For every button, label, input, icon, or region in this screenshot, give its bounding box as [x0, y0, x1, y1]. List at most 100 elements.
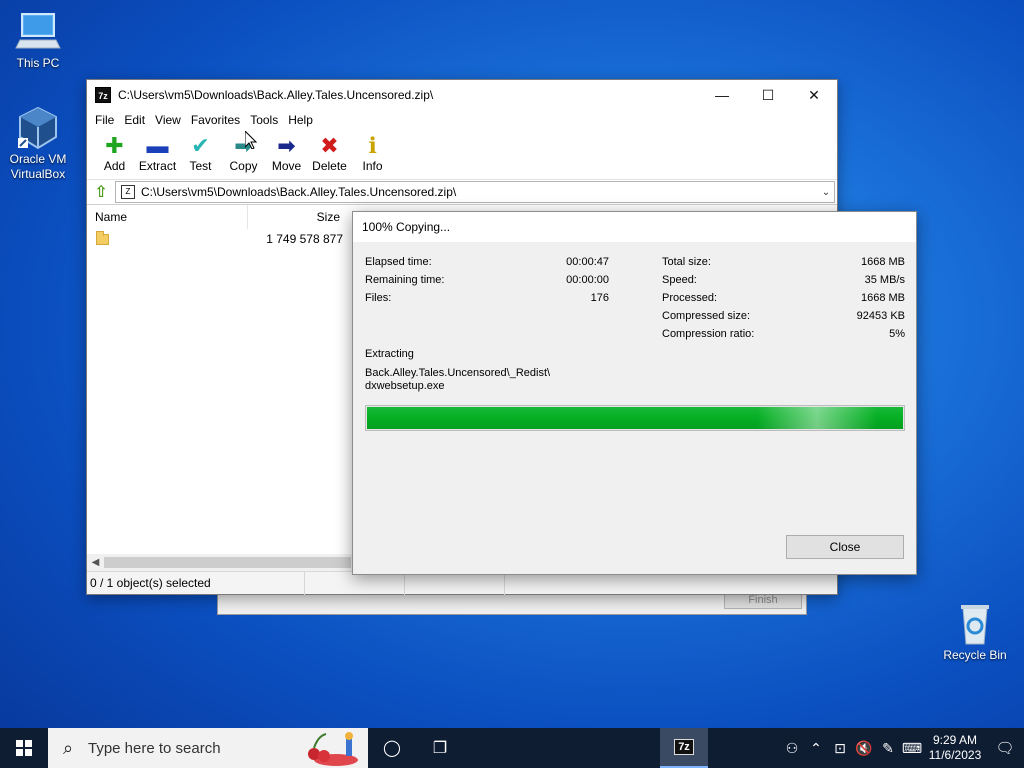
stat-value: 00:00:00	[566, 274, 609, 286]
copy-progress-dialog: 100% Copying... Elapsed time: 00:00:47 R…	[352, 211, 917, 575]
address-bar: ⇧ Z C:\Users\vm5\Downloads\Back.Alley.Ta…	[87, 180, 837, 205]
copy-arrow-icon: ➡	[234, 133, 253, 158]
toolbar: ✚ Add ▬ Extract ✔ Test ➡ Copy ➡ Move ✖ Delete ℹ Info	[87, 130, 837, 180]
virtualbox-icon	[14, 106, 62, 150]
recycle-bin-icon	[951, 602, 999, 646]
menu-favorites[interactable]: Favorites	[186, 110, 245, 130]
stat-value: 92453 KB	[856, 310, 905, 322]
scrollbar-thumb[interactable]	[104, 557, 351, 568]
menu-file[interactable]: File	[90, 110, 119, 130]
start-button[interactable]	[0, 728, 48, 768]
stat-label: Processed:	[662, 292, 718, 304]
list-item-size: 1 749 578 877	[266, 232, 343, 246]
clock[interactable]: 9:29 AM 11/6/2023	[924, 733, 986, 763]
search-placeholder: Type here to search	[88, 739, 221, 757]
toolbar-info-button[interactable]: ℹ Info	[351, 133, 394, 173]
pen-icon[interactable]: ✎	[876, 740, 900, 757]
stat-label: Elapsed time:	[365, 256, 432, 268]
close-dialog-button[interactable]: Close	[786, 535, 904, 559]
dialog-body: Elapsed time: 00:00:47 Remaining time: 0…	[353, 242, 916, 575]
cortana-icon[interactable]: ◯	[368, 728, 416, 768]
toolbar-add-button[interactable]: ✚ Add	[93, 133, 136, 173]
folder-icon	[96, 230, 109, 245]
desktop-icon-virtualbox[interactable]: Oracle VM VirtualBox	[0, 106, 76, 182]
toolbar-test-button[interactable]: ✔ Test	[179, 133, 222, 173]
toolbar-button-label: Add	[103, 159, 126, 173]
title-bar[interactable]: 7z C:\Users\vm5\Downloads\Back.Alley.Tal…	[87, 80, 837, 110]
desktop-icon-recycle-bin[interactable]: Recycle Bin	[937, 602, 1013, 663]
volume-muted-icon[interactable]: 🔇	[852, 740, 876, 757]
desktop-icon-this-pc[interactable]: This PC	[0, 10, 76, 71]
stat-label: Speed:	[662, 274, 697, 286]
toolbar-button-label: Test	[189, 159, 212, 173]
stat-value: 1668 MB	[860, 292, 905, 304]
toolbar-extract-button[interactable]: ▬ Extract	[136, 133, 179, 173]
close-button[interactable]: ✕	[791, 80, 837, 110]
stat-value: 5%	[889, 328, 905, 340]
column-header-size[interactable]: Size	[248, 205, 344, 229]
clock-date: 11/6/2023	[928, 748, 982, 762]
check-icon: ✔	[191, 133, 210, 158]
plus-icon: ✚	[105, 133, 124, 158]
current-file-path: Back.Alley.Tales.Uncensored\_Redist\ dxw…	[365, 367, 550, 393]
7zip-app-icon: 7z	[95, 87, 111, 103]
stat-label: Remaining time:	[365, 274, 445, 286]
search-highlight-icon	[300, 730, 360, 766]
info-icon: ℹ	[368, 133, 377, 158]
system-tray: ⚇ ⌃ ⊡ 🔇 ✎ ⌨ 9:29 AM 11/6/2023 🗨	[780, 728, 1024, 768]
toolbar-button-label: Move	[271, 159, 302, 173]
toolbar-delete-button[interactable]: ✖ Delete	[308, 133, 351, 173]
windows-logo-icon	[16, 740, 32, 756]
task-view-icon[interactable]: ❐	[416, 728, 464, 768]
toolbar-button-label: Delete	[312, 159, 347, 173]
scroll-left-icon[interactable]: ◀	[87, 557, 104, 568]
notifications-icon[interactable]: 🗨	[986, 739, 1024, 757]
current-file-name: dxwebsetup.exe	[365, 380, 445, 392]
stat-label: Compression ratio:	[662, 328, 755, 340]
progress-bar-fill	[367, 407, 903, 429]
desktop-icon-label: Recycle Bin	[943, 648, 1007, 662]
dialog-title[interactable]: 100% Copying...	[353, 212, 916, 242]
stat-label: Compressed size:	[662, 310, 751, 322]
column-header-name[interactable]: Name	[87, 205, 248, 229]
stat-label: Total size:	[662, 256, 711, 268]
taskbar-7zip-button[interactable]: 7z	[660, 728, 708, 768]
stat-value: 176	[590, 292, 609, 304]
toolbar-copy-button[interactable]: ➡ Copy	[222, 133, 265, 173]
search-box[interactable]: ⌕ Type here to search	[48, 728, 368, 768]
desktop-icon-label: Oracle VM VirtualBox	[9, 152, 67, 181]
keyboard-icon[interactable]: ⌨	[900, 740, 924, 757]
delete-x-icon: ✖	[320, 133, 339, 158]
show-hidden-icons-chevron-icon[interactable]: ⌃	[804, 740, 828, 757]
menu-help[interactable]: Help	[283, 110, 318, 130]
progress-bar	[365, 405, 905, 431]
toolbar-button-label: Copy	[229, 159, 258, 173]
network-icon[interactable]: ⊡	[828, 740, 852, 757]
desktop-icon-label: This PC	[16, 56, 60, 70]
computer-icon	[14, 10, 62, 54]
toolbar-button-label: Extract	[138, 159, 177, 173]
minimize-button[interactable]: —	[699, 80, 745, 110]
mouse-cursor-icon	[244, 129, 258, 150]
chevron-down-icon[interactable]: ⌄	[818, 187, 834, 198]
7zip-taskbar-icon: 7z	[674, 739, 694, 755]
menu-view[interactable]: View	[150, 110, 186, 130]
stat-value: 1668 MB	[860, 256, 905, 268]
zip-file-icon: Z	[121, 185, 135, 199]
minus-icon: ▬	[146, 133, 169, 158]
move-arrow-icon: ➡	[277, 133, 296, 158]
menu-edit[interactable]: Edit	[119, 110, 150, 130]
menu-tools[interactable]: Tools	[245, 110, 283, 130]
status-text: 0 / 1 object(s) selected	[87, 571, 305, 595]
toolbar-move-button[interactable]: ➡ Move	[265, 133, 308, 173]
up-folder-icon[interactable]: ⇧	[87, 180, 115, 205]
address-input[interactable]: Z C:\Users\vm5\Downloads\Back.Alley.Tale…	[115, 181, 835, 203]
stat-label: Files:	[365, 292, 392, 304]
maximize-button[interactable]: ☐	[745, 80, 791, 110]
people-icon[interactable]: ⚇	[780, 740, 804, 757]
toolbar-button-label: Info	[362, 159, 383, 173]
horizontal-scrollbar[interactable]: ◀	[87, 554, 355, 571]
progress-bar-glow	[757, 407, 877, 429]
action-label: Extracting	[365, 348, 414, 360]
clock-time: 9:29 AM	[932, 733, 978, 747]
